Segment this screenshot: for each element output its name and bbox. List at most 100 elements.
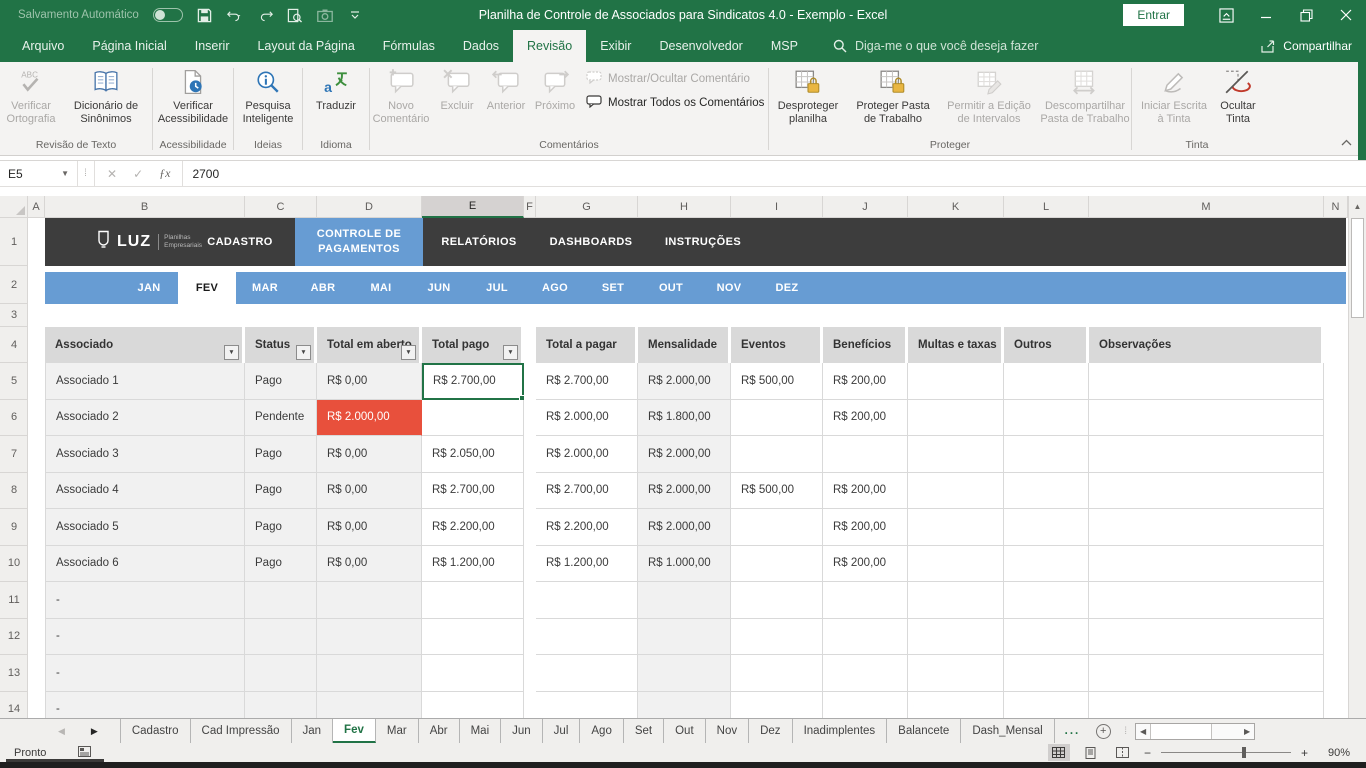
cell[interactable] [731, 509, 823, 546]
sheet-nav-left-icon[interactable]: ◀ [58, 726, 65, 737]
cell[interactable] [731, 546, 823, 583]
month-tab-dez[interactable]: DEZ [758, 272, 816, 304]
cell[interactable]: R$ 200,00 [823, 363, 908, 400]
row-header-6[interactable]: 6 [0, 400, 28, 437]
cell[interactable] [1004, 619, 1089, 656]
cell[interactable] [1089, 692, 1324, 719]
cell[interactable]: R$ 500,00 [731, 473, 823, 510]
column-header-c[interactable]: C [245, 196, 317, 218]
row-header-13[interactable]: 13 [0, 655, 28, 692]
sheet-tab-mai[interactable]: Mai [460, 719, 502, 743]
thesaurus-button[interactable]: Dicionário deSinônimos [61, 62, 151, 126]
cell[interactable] [731, 400, 823, 437]
cell[interactable] [638, 619, 731, 656]
sign-in-button[interactable]: Entrar [1123, 4, 1184, 26]
share-button[interactable]: Compartilhar [1261, 30, 1352, 62]
column-header-multas-e-taxas[interactable]: Multas e taxas [908, 327, 1004, 363]
column-header-g[interactable]: G [536, 196, 638, 218]
ribbon-display-options-icon[interactable] [1206, 0, 1246, 30]
cell[interactable] [731, 692, 823, 719]
cell[interactable]: R$ 2.000,00 [638, 473, 731, 510]
cell[interactable] [1089, 400, 1324, 437]
vertical-scrollbar[interactable]: ▲ [1348, 196, 1366, 718]
camera-icon[interactable] [317, 7, 333, 23]
cell[interactable]: R$ 2.700,00 [422, 473, 524, 510]
horizontal-scrollbar[interactable]: ◀ ▶ [1135, 723, 1255, 740]
column-header-d[interactable]: D [317, 196, 422, 218]
ribbon-tab-revisao[interactable]: Revisão [513, 30, 586, 62]
cell[interactable] [1004, 473, 1089, 510]
cell[interactable] [823, 655, 908, 692]
cell[interactable]: Pago [245, 363, 317, 400]
cell[interactable]: R$ 1.000,00 [638, 546, 731, 583]
sheet-tab-set[interactable]: Set [624, 719, 664, 743]
cell[interactable] [317, 582, 422, 619]
cell[interactable]: Associado 4 [45, 473, 245, 510]
cell[interactable]: R$ 2.700,00 [536, 473, 638, 510]
cell[interactable] [823, 692, 908, 719]
name-box[interactable]: E5 ▼ [0, 161, 78, 186]
column-header-j[interactable]: J [823, 196, 908, 218]
cell[interactable] [245, 582, 317, 619]
sheet-tab-cadastro[interactable]: Cadastro [120, 719, 191, 743]
cell[interactable] [731, 582, 823, 619]
cell[interactable]: R$ 200,00 [823, 473, 908, 510]
column-header-f[interactable]: F [524, 196, 536, 218]
cell[interactable] [536, 582, 638, 619]
cell[interactable]: R$ 2.000,00 [638, 363, 731, 400]
new-sheet-button[interactable]: + [1090, 719, 1116, 743]
cell[interactable] [317, 692, 422, 719]
nav-item-dashboards[interactable]: DASHBOARDS [535, 218, 647, 266]
vertical-scroll-thumb[interactable] [1351, 218, 1364, 318]
cell[interactable] [1089, 363, 1324, 400]
normal-view-button[interactable] [1048, 744, 1070, 761]
cell[interactable] [823, 436, 908, 473]
confirm-entry-icon[interactable]: ✓ [133, 167, 143, 181]
cell[interactable] [422, 655, 524, 692]
scroll-up-icon[interactable]: ▲ [1349, 196, 1366, 216]
cell[interactable]: R$ 2.000,00 [638, 436, 731, 473]
cell[interactable] [536, 692, 638, 719]
cell[interactable]: Pago [245, 436, 317, 473]
undo-icon[interactable] [227, 7, 243, 23]
page-layout-view-button[interactable] [1080, 744, 1102, 761]
cell[interactable] [823, 582, 908, 619]
column-header-k[interactable]: K [908, 196, 1004, 218]
column-header-a[interactable]: A [28, 196, 45, 218]
ribbon-tab-msp[interactable]: MSP [757, 30, 812, 62]
cell[interactable] [536, 655, 638, 692]
show-all-comments-button[interactable]: Mostrar Todos os Comentários [586, 95, 768, 111]
translate-button[interactable]: a Traduzir [303, 62, 369, 113]
sheet-tab-out[interactable]: Out [664, 719, 706, 743]
cell[interactable] [422, 582, 524, 619]
cell[interactable]: - [45, 655, 245, 692]
month-tab-ago[interactable]: AGO [526, 272, 584, 304]
month-tab-out[interactable]: OUT [642, 272, 700, 304]
month-tab-fev[interactable]: FEV [178, 272, 236, 304]
cancel-entry-icon[interactable]: ✕ [107, 167, 117, 181]
cell[interactable] [1004, 655, 1089, 692]
sheet-tab-dez[interactable]: Dez [749, 719, 792, 743]
page-break-view-button[interactable] [1112, 744, 1134, 761]
cell[interactable]: Associado 3 [45, 436, 245, 473]
cell[interactable]: Associado 1 [45, 363, 245, 400]
ribbon-tab-dados[interactable]: Dados [449, 30, 513, 62]
selected-cell[interactable]: R$ 2.700,00 [422, 363, 524, 400]
cell[interactable] [1089, 582, 1324, 619]
column-header-n[interactable]: N [1324, 196, 1348, 218]
sheet-nav-right-icon[interactable]: ▶ [91, 726, 98, 737]
cell[interactable] [245, 619, 317, 656]
cell[interactable] [1004, 363, 1089, 400]
row-header-4[interactable]: 4 [0, 327, 28, 363]
cell[interactable] [638, 692, 731, 719]
column-header-beneficios[interactable]: Benefícios [823, 327, 908, 363]
close-button[interactable] [1326, 0, 1366, 30]
month-tab-mar[interactable]: MAR [236, 272, 294, 304]
column-header-total-a-pagar[interactable]: Total a pagar [536, 327, 638, 363]
cell[interactable]: R$ 2.000,00 [638, 509, 731, 546]
check-accessibility-button[interactable]: VerificarAcessibilidade [153, 62, 233, 126]
sheet-tab-cad-impressao[interactable]: Cad Impressão [191, 719, 292, 743]
column-header-l[interactable]: L [1004, 196, 1089, 218]
row-header-2[interactable]: 2 [0, 266, 28, 304]
cell[interactable] [908, 619, 1004, 656]
